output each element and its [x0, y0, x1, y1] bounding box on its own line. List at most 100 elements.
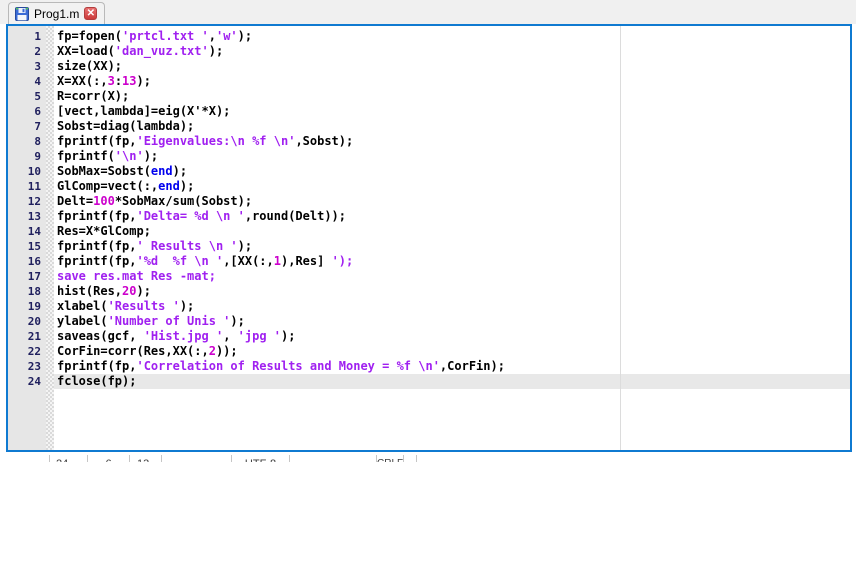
status-cell-selection: 13	[130, 455, 162, 462]
code-text: fprintf(fp,'Delta= %d \n ',round(Delt));	[54, 209, 850, 224]
line-number: 20	[8, 314, 46, 329]
fold-margin-cell	[46, 44, 54, 59]
code-line[interactable]: 11GlComp=vect(:,end);	[8, 179, 850, 194]
status-cell	[8, 455, 50, 462]
fold-margin-cell	[46, 104, 54, 119]
line-number: 2	[8, 44, 46, 59]
code-line[interactable]: 5 R=corr(X);	[8, 89, 850, 104]
fold-margin-cell	[46, 284, 54, 299]
line-number: 10	[8, 164, 46, 179]
code-line[interactable]: 10 SobMax=Sobst(end);	[8, 164, 850, 179]
code-line[interactable]: 4X=XX(:,3:13);	[8, 74, 850, 89]
line-number: 5	[8, 89, 46, 104]
code-line[interactable]: 3size(XX);	[8, 59, 850, 74]
line-number: 9	[8, 149, 46, 164]
fold-margin-cell	[46, 179, 54, 194]
status-cell	[290, 455, 377, 462]
code-text: CorFin=corr(Res,XX(:,2));	[54, 344, 850, 359]
code-text: SobMax=Sobst(end);	[54, 164, 850, 179]
code-line[interactable]: 23 fprintf(fp,'Correlation of Results and…	[8, 359, 850, 374]
code-line[interactable]: 2XX=load('dan_vuz.txt');	[8, 44, 850, 59]
editor-window: Prog1.m ✕ 1fp=fopen('prtcl.txt ','w');2X…	[0, 0, 856, 462]
fold-margin-cell	[46, 329, 54, 344]
code-text: Sobst=diag(lambda);	[54, 119, 850, 134]
code-line[interactable]: 13 fprintf(fp,'Delta= %d \n ',round(Delt)…	[8, 209, 850, 224]
code-text: fclose(fp);	[54, 374, 850, 389]
code-line[interactable]: 24 fclose(fp);	[8, 374, 850, 389]
line-number: 8	[8, 134, 46, 149]
code-line[interactable]: 17 save res.mat Res -mat;	[8, 269, 850, 284]
line-number: 23	[8, 359, 46, 374]
fold-margin-cell	[46, 59, 54, 74]
fold-margin-cell	[46, 194, 54, 209]
code-line[interactable]: 12 Delt=100*SobMax/sum(Sobst);	[8, 194, 850, 209]
code-line[interactable]: 6 [vect,lambda]=eig(X'*X);	[8, 104, 850, 119]
code-line[interactable]: 9 fprintf('\n');	[8, 149, 850, 164]
code-line[interactable]: 20 ylabel('Number of Unis ');	[8, 314, 850, 329]
code-text: hist(Res,20);	[54, 284, 850, 299]
fold-margin-cell	[46, 239, 54, 254]
code-editor[interactable]: 1fp=fopen('prtcl.txt ','w');2XX=load('da…	[6, 24, 852, 452]
code-text: xlabel('Results ');	[54, 299, 850, 314]
code-text: save res.mat Res -mat;	[54, 269, 850, 284]
code-text: ylabel('Number of Unis ');	[54, 314, 850, 329]
line-number: 1	[8, 29, 46, 44]
line-number: 24	[8, 374, 46, 389]
code-text: [vect,lambda]=eig(X'*X);	[54, 104, 850, 119]
line-number: 17	[8, 269, 46, 284]
line-number: 15	[8, 239, 46, 254]
code-text: fprintf(fp,'Eigenvalues:\n %f \n',Sobst)…	[54, 134, 850, 149]
code-text: fprintf(fp,'%d %f \n ',[XX(:,1),Res] ');	[54, 254, 850, 269]
fold-margin-cell	[46, 134, 54, 149]
fold-margin-cell	[46, 254, 54, 269]
code-line[interactable]: 14 Res=X*GlComp;	[8, 224, 850, 239]
code-text: saveas(gcf, 'Hist.jpg ', 'jpg ');	[54, 329, 850, 344]
line-number: 11	[8, 179, 46, 194]
code-text: Delt=100*SobMax/sum(Sobst);	[54, 194, 850, 209]
fold-margin-cell	[46, 149, 54, 164]
status-cell-eol: CRLF	[377, 455, 404, 462]
code-line[interactable]: 19 xlabel('Results ');	[8, 299, 850, 314]
fold-margin-cell	[46, 374, 54, 389]
line-number: 7	[8, 119, 46, 134]
close-icon[interactable]: ✕	[84, 7, 97, 20]
code-text: fprintf(fp,'Correlation of Results and M…	[54, 359, 850, 374]
code-line[interactable]: 22 CorFin=corr(Res,XX(:,2));	[8, 344, 850, 359]
save-icon	[15, 7, 29, 21]
line-number: 21	[8, 329, 46, 344]
status-bar: 24 6 13 UTF-8 CRLF	[8, 455, 417, 462]
fold-margin-cell	[46, 164, 54, 179]
fold-margin-cell	[46, 209, 54, 224]
code-line[interactable]: 1fp=fopen('prtcl.txt ','w');	[8, 29, 850, 44]
status-cell	[162, 455, 232, 462]
tab-title: Prog1.m	[34, 7, 79, 21]
screen: Prog1.m ✕ 1fp=fopen('prtcl.txt ','w');2X…	[0, 0, 856, 570]
line-number: 18	[8, 284, 46, 299]
status-cell-line: 24	[50, 455, 88, 462]
fold-margin-cell	[46, 74, 54, 89]
code-line[interactable]: 18 hist(Res,20);	[8, 284, 850, 299]
line-number: 22	[8, 344, 46, 359]
fold-margin-cell	[46, 359, 54, 374]
line-number: 14	[8, 224, 46, 239]
code-text: size(XX);	[54, 59, 850, 74]
code-line[interactable]: 16fprintf(fp,'%d %f \n ',[XX(:,1),Res] '…	[8, 254, 850, 269]
code-line[interactable]: 21 saveas(gcf, 'Hist.jpg ', 'jpg ');	[8, 329, 850, 344]
code-text: X=XX(:,3:13);	[54, 74, 850, 89]
line-number: 12	[8, 194, 46, 209]
line-number: 19	[8, 299, 46, 314]
code-line[interactable]: 15fprintf(fp,' Results \n ');	[8, 239, 850, 254]
line-number: 6	[8, 104, 46, 119]
code-text: R=corr(X);	[54, 89, 850, 104]
fold-margin-cell	[46, 224, 54, 239]
status-cell	[404, 455, 417, 462]
line-number: 13	[8, 209, 46, 224]
fold-margin-cell	[46, 119, 54, 134]
code-text: fprintf('\n');	[54, 149, 850, 164]
code-line[interactable]: 8 fprintf(fp,'Eigenvalues:\n %f \n',Sobst…	[8, 134, 850, 149]
fold-margin-cell	[46, 314, 54, 329]
tab-prog1m[interactable]: Prog1.m ✕	[8, 2, 105, 24]
code-line[interactable]: 7 Sobst=diag(lambda);	[8, 119, 850, 134]
code-text: Res=X*GlComp;	[54, 224, 850, 239]
tab-bar: Prog1.m ✕	[0, 0, 856, 24]
